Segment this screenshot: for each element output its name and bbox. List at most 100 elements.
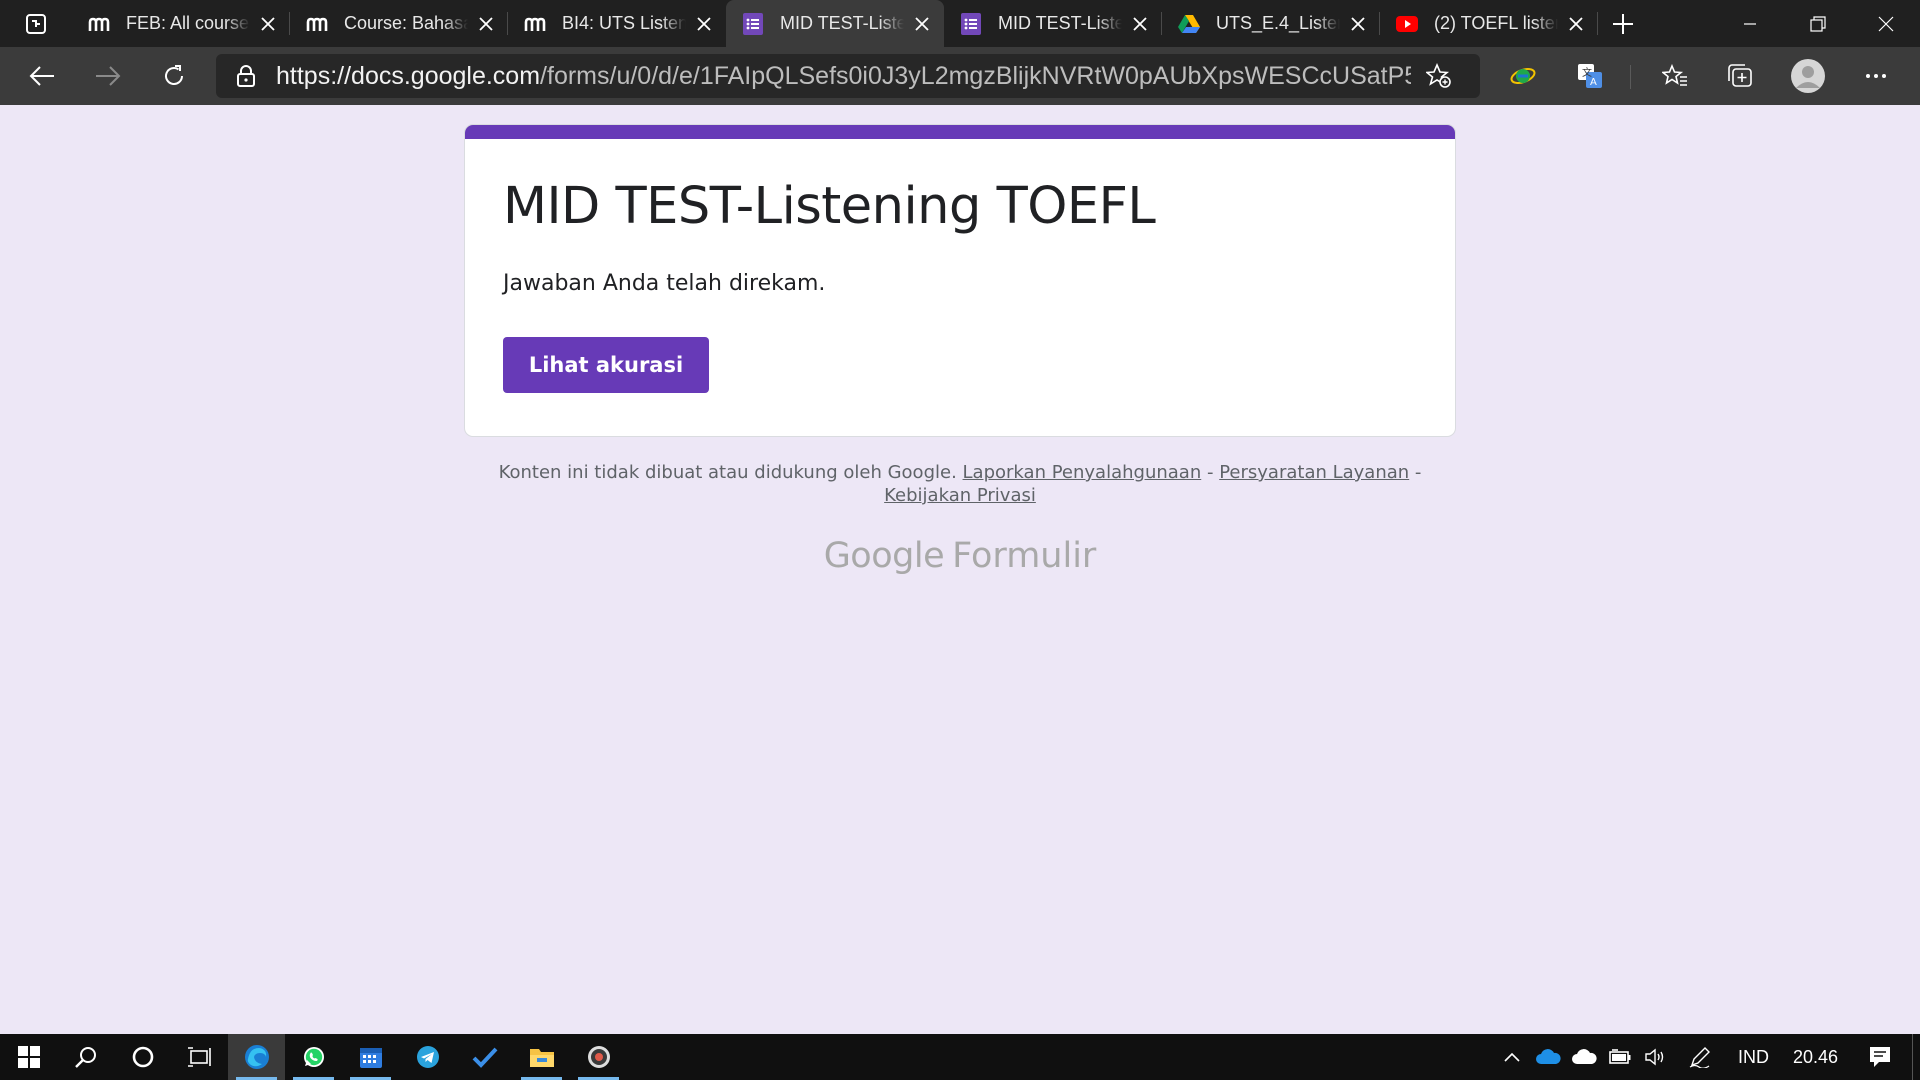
separator-text: -	[1206, 462, 1214, 483]
profile-button[interactable]	[1780, 47, 1836, 105]
browser-toolbar: https://docs.google.com/forms/u/0/d/e/1F…	[0, 47, 1920, 105]
terms-link[interactable]: Persyaratan Layanan	[1219, 462, 1409, 483]
taskbar-obs[interactable]	[570, 1034, 627, 1080]
form-footer: Konten ini tidak dibuat atau didukung ol…	[464, 461, 1456, 507]
form-title: MID TEST-Listening TOEFL	[503, 177, 1156, 236]
action-center-button[interactable]	[1862, 1034, 1898, 1080]
cloud-white-icon	[1571, 1049, 1597, 1064]
close-icon[interactable]	[474, 12, 498, 36]
pen-icon	[1689, 1047, 1710, 1068]
windows-logo-icon	[17, 1046, 40, 1068]
tab-title: UTS_E.4_Listeni	[1216, 13, 1340, 33]
card-accent-band	[465, 125, 1455, 139]
back-button[interactable]	[9, 47, 75, 105]
translate-button[interactable]: 文A	[1562, 47, 1618, 105]
view-score-button[interactable]: Lihat akurasi	[503, 337, 709, 393]
avatar-icon	[1791, 59, 1825, 93]
ie-mode-icon	[1510, 68, 1536, 84]
onedrive-business-button[interactable]	[1530, 1034, 1566, 1080]
close-icon	[1878, 16, 1894, 31]
taskbar-todo[interactable]	[456, 1034, 513, 1080]
notification-icon	[1870, 1047, 1890, 1067]
taskbar-edge[interactable]	[228, 1034, 285, 1080]
tab-mid-test-second[interactable]: MID TEST-Liste	[944, 0, 1162, 47]
extension-button[interactable]	[1495, 47, 1551, 105]
favorites-button[interactable]	[1647, 47, 1703, 105]
google-forms-icon	[960, 12, 982, 35]
new-tab-button[interactable]	[1598, 0, 1648, 47]
cortana-button[interactable]	[114, 1034, 171, 1080]
restore-button[interactable]	[1784, 0, 1852, 47]
tab-feb-all-courses[interactable]: FEB: All courses	[72, 0, 290, 47]
close-icon[interactable]	[910, 12, 934, 36]
speaker-icon	[1645, 1048, 1664, 1066]
cloud-blue-icon	[1535, 1049, 1561, 1064]
google-forms-logo[interactable]: Google Formulir	[464, 536, 1456, 576]
edge-icon	[244, 1045, 269, 1069]
close-icon[interactable]	[1128, 12, 1152, 36]
tab-uts-e4-listening[interactable]: UTS_E.4_Listeni	[1162, 0, 1380, 47]
url-host: https://docs.google.com	[276, 61, 541, 90]
toolbar-divider	[1630, 65, 1631, 89]
tab-title: FEB: All courses	[126, 13, 250, 33]
tab-strip: FEB: All courses Course: Bahasa BI4: UTS…	[0, 0, 1920, 47]
whatsapp-icon	[303, 1047, 324, 1067]
settings-more-button[interactable]	[1848, 47, 1904, 105]
tab-title: Course: Bahasa	[344, 13, 468, 33]
taskbar-calendar[interactable]	[342, 1034, 399, 1080]
privacy-link[interactable]: Kebijakan Privasi	[884, 485, 1036, 506]
tab-title: BI4: UTS Listeni	[562, 13, 686, 33]
taskbar-file-explorer[interactable]	[513, 1034, 570, 1080]
brand-product: Formulir	[952, 536, 1097, 576]
input-language[interactable]: IND	[1728, 1047, 1779, 1068]
forward-button[interactable]	[75, 47, 141, 105]
window-controls	[1716, 0, 1920, 47]
taskbar-whatsapp[interactable]	[285, 1034, 342, 1080]
address-bar[interactable]: https://docs.google.com/forms/u/0/d/e/1F…	[216, 54, 1480, 98]
show-hidden-icons-button[interactable]	[1494, 1034, 1530, 1080]
add-favorite-button[interactable]	[1411, 63, 1467, 89]
lock-icon[interactable]	[216, 65, 276, 87]
close-window-button[interactable]	[1852, 0, 1920, 47]
report-abuse-link[interactable]: Laporkan Penyalahgunaan	[963, 462, 1202, 483]
url-text[interactable]: https://docs.google.com/forms/u/0/d/e/1F…	[276, 62, 1411, 91]
start-button[interactable]	[0, 1034, 57, 1080]
minimize-button[interactable]	[1716, 0, 1784, 47]
onedrive-personal-button[interactable]	[1566, 1034, 1602, 1080]
minimize-icon	[1744, 22, 1756, 25]
volume-button[interactable]	[1638, 1034, 1674, 1080]
task-view-icon	[187, 1047, 211, 1067]
star-add-icon	[1426, 63, 1451, 88]
tab-mid-test-active[interactable]: MID TEST-Liste	[726, 0, 944, 47]
telegram-icon	[416, 1046, 439, 1068]
search-icon	[74, 1047, 96, 1068]
restore-icon	[1810, 15, 1826, 32]
close-icon[interactable]	[1564, 12, 1588, 36]
refresh-icon	[165, 65, 183, 85]
disclaimer-text: Konten ini tidak dibuat atau didukung ol…	[498, 462, 957, 483]
translate-icon: 文A	[1578, 64, 1602, 88]
tab-actions-button[interactable]	[0, 0, 72, 47]
battery-button[interactable]	[1602, 1034, 1638, 1080]
refresh-button[interactable]	[141, 47, 207, 105]
search-button[interactable]	[57, 1034, 114, 1080]
taskbar-telegram[interactable]	[399, 1034, 456, 1080]
favorites-icon	[1662, 64, 1687, 86]
tab-toefl-youtube[interactable]: (2) TOEFL listen	[1380, 0, 1598, 47]
moodle-icon	[306, 13, 328, 35]
chevron-up-icon	[1504, 1052, 1520, 1062]
close-icon[interactable]	[1346, 12, 1370, 36]
clock-time[interactable]: 20.46	[1783, 1047, 1848, 1068]
tab-title: MID TEST-Liste	[780, 13, 904, 33]
show-desktop-button[interactable]	[1912, 1034, 1920, 1080]
task-view-button[interactable]	[171, 1034, 228, 1080]
svg-text:A: A	[1590, 77, 1597, 88]
collections-icon	[1728, 64, 1752, 87]
tab-actions-icon	[26, 13, 46, 34]
collections-button[interactable]	[1712, 47, 1768, 105]
tab-course-bahasa[interactable]: Course: Bahasa	[290, 0, 508, 47]
close-icon[interactable]	[256, 12, 280, 36]
pen-workspace-button[interactable]	[1682, 1034, 1718, 1080]
tab-bi4-uts-listening[interactable]: BI4: UTS Listeni	[508, 0, 726, 47]
close-icon[interactable]	[692, 12, 716, 36]
